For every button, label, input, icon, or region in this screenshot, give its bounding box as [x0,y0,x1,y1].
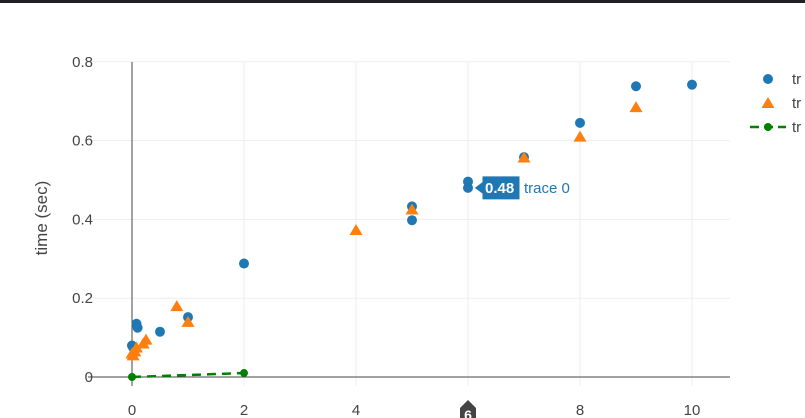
data-point-circle[interactable] [239,258,249,269]
hover-trace-name: trace 0 [524,180,570,197]
y-tick-label: 0.2 [72,290,93,307]
hover-label: 0.48 trace 0 [473,175,570,201]
data-point-triangle[interactable] [629,101,643,113]
legend-label: tr [792,95,801,112]
data-point-circle[interactable] [575,117,585,128]
x-tick-label: 2 [240,402,248,418]
data-point-circle[interactable] [631,81,641,92]
scatter-chart[interactable]: 0 2 4 8 10 0 0.2 0.4 0.6 0.8 time (sec) 0.48 trac… [0,0,805,418]
x-tick-label: 10 [684,402,701,418]
hover-value: 0.48 [485,180,514,197]
x-spike-label: 6 [460,400,476,418]
legend-item[interactable]: tr [763,71,801,88]
y-axis-title: time (sec) [32,181,51,256]
y-tick-label: 0.4 [72,211,93,228]
y-tick-label: 0 [85,369,93,386]
spike-label-text: 6 [464,407,472,418]
legend-item[interactable]: tr [761,95,802,112]
x-tick-label: 8 [576,402,584,418]
x-axis-ticks: 0 2 4 8 10 [128,402,701,418]
data-point-marker[interactable] [240,369,248,378]
x-tick-label: 0 [128,402,136,418]
data-point-triangle[interactable] [349,224,363,236]
series-line [131,371,245,379]
legend[interactable]: tr tr tr [750,71,801,136]
legend-triangle-icon [761,97,775,108]
legend-marker-icon [764,123,772,131]
data-point-circle[interactable] [407,215,417,226]
data-point-triangle[interactable] [170,300,184,312]
x-tick-label: 4 [352,402,360,418]
data-point-circle[interactable] [132,322,143,333]
legend-label: tr [792,119,801,136]
legend-circle-icon [763,74,773,84]
data-point-marker[interactable] [128,373,136,381]
data-point-circle[interactable] [463,182,473,193]
data-point-circle[interactable] [155,326,165,337]
y-tick-label: 0.8 [72,54,93,71]
data-point-triangle[interactable] [573,130,587,142]
legend-label: tr [792,71,801,88]
plot-area[interactable] [125,79,698,381]
data-point-triangle[interactable] [139,333,153,345]
y-axis-ticks: 0 0.2 0.4 0.6 0.8 [72,54,93,386]
data-point-circle[interactable] [687,79,697,90]
y-tick-label: 0.6 [72,133,93,150]
legend-item[interactable]: tr [750,119,801,136]
